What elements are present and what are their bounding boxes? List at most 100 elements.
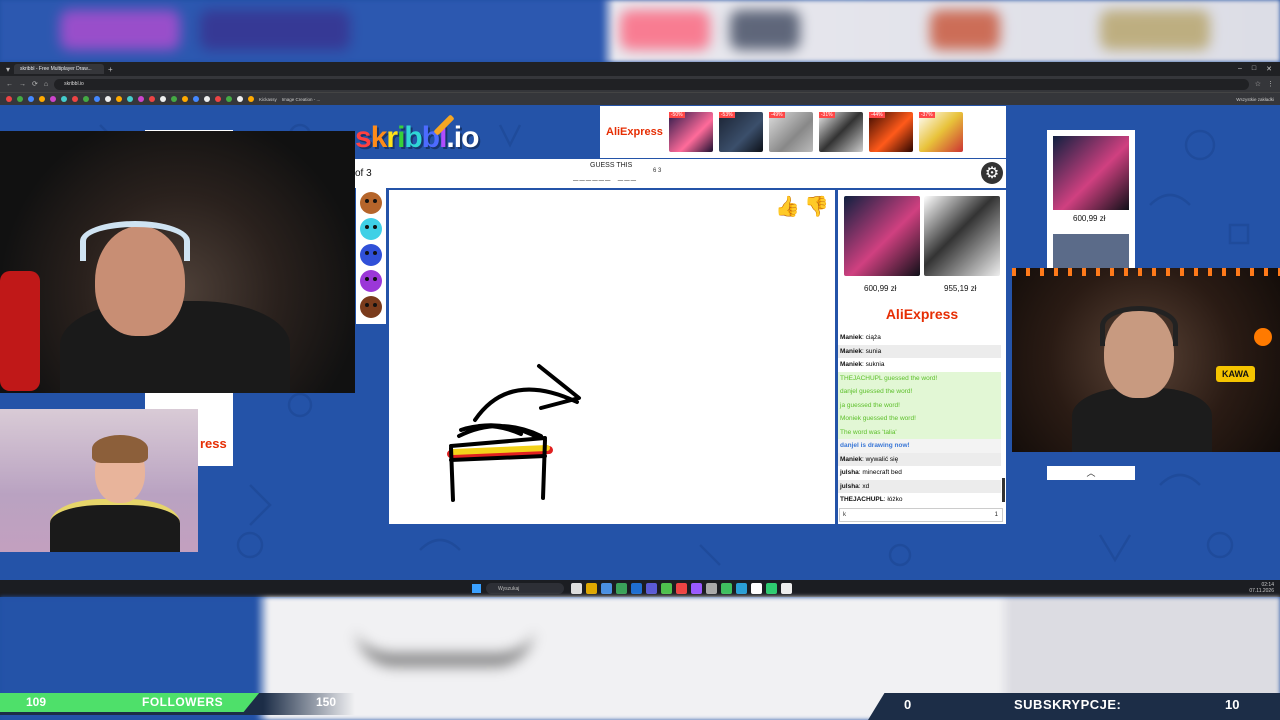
bookmark-icon[interactable] xyxy=(204,96,210,102)
bookmark-icon[interactable] xyxy=(149,96,155,102)
right-ad-banner[interactable]: 600,99 zł xyxy=(1047,130,1135,270)
taskbar-app-icon[interactable] xyxy=(631,583,642,594)
minimize-icon[interactable]: – xyxy=(1238,65,1242,73)
taskbar-app-icon[interactable] xyxy=(781,583,792,594)
discount-tag: -49% xyxy=(768,112,785,118)
taskbar-app-icon[interactable] xyxy=(661,583,672,594)
ad-product-tv[interactable] xyxy=(844,196,920,276)
ad-product-car[interactable]: -37% xyxy=(918,112,963,152)
back-icon[interactable]: ← xyxy=(6,81,13,88)
player-avatar[interactable] xyxy=(360,244,382,266)
bookmark-icon[interactable] xyxy=(226,96,232,102)
ad-product-wheel[interactable]: -31% xyxy=(818,112,863,152)
system-tray[interactable]: 02:14 07.11.2026 xyxy=(1249,582,1274,594)
taskbar-app-icon[interactable] xyxy=(616,583,627,594)
chat-username: THEJACHUPL xyxy=(840,496,884,503)
bookmark-image-creation[interactable]: Image Creation - ... xyxy=(282,97,321,102)
taskbar-app-icon[interactable] xyxy=(751,583,762,594)
chat-panel: Maniek: ciąża Maniek: sunia Maniek: suknia… xyxy=(838,328,1006,524)
side-ad-panel[interactable]: 600,99 zł 955,19 zł AliExpress xyxy=(838,190,1006,328)
ad-product-robot[interactable]: -49% xyxy=(768,112,813,152)
chat-input[interactable]: k 1 xyxy=(839,508,1003,522)
bookmark-icon[interactable] xyxy=(17,96,23,102)
bookmark-icon[interactable] xyxy=(39,96,45,102)
bookmark-icon[interactable] xyxy=(50,96,56,102)
windows-start-icon[interactable] xyxy=(472,584,481,593)
taskbar-app-icon[interactable] xyxy=(736,583,747,594)
ad-brand-fragment: ress xyxy=(200,436,227,451)
all-bookmarks[interactable]: Wszystkie zakładki xyxy=(1236,97,1274,102)
close-icon[interactable]: ✕ xyxy=(1266,65,1272,73)
taskbar-app-icon[interactable] xyxy=(706,583,717,594)
ad-product-tv[interactable] xyxy=(1053,136,1129,210)
bookmark-icon[interactable] xyxy=(182,96,188,102)
ad-product-secondary[interactable] xyxy=(1053,234,1129,270)
chat-message: Maniek: ciąża xyxy=(840,334,881,341)
drawing-canvas[interactable]: 👍 👎 xyxy=(389,190,835,524)
browser-tab[interactable]: skribbl - Free Multiplayer Draw... xyxy=(14,64,105,74)
top-ad-banner[interactable]: AliExpress -50% -53% -49% -31% -44% -37% xyxy=(600,106,1006,158)
bookmark-icon[interactable] xyxy=(237,96,243,102)
bookmark-icon[interactable] xyxy=(127,96,133,102)
taskbar-app-icon[interactable] xyxy=(571,583,582,594)
home-icon[interactable]: ⌂ xyxy=(44,81,48,88)
address-bar[interactable]: skribbl.io xyxy=(54,78,1249,90)
extensions-icon[interactable]: ⋮ xyxy=(1267,80,1274,88)
bookmark-icon[interactable] xyxy=(28,96,34,102)
bookmark-icon[interactable] xyxy=(61,96,67,102)
taskbar-app-icon[interactable] xyxy=(676,583,687,594)
chat-scrollbar[interactable] xyxy=(1002,478,1005,502)
chat-input-value: k xyxy=(843,512,846,518)
gaming-chair xyxy=(0,271,40,391)
word-lengths: 6 3 xyxy=(653,168,662,174)
player-avatar[interactable] xyxy=(360,270,382,292)
bookmark-icon[interactable] xyxy=(83,96,89,102)
bookmark-icon[interactable] xyxy=(215,96,221,102)
taskbar-app-icon[interactable] xyxy=(586,583,597,594)
subs-goal: 10 xyxy=(1225,697,1240,712)
pumpkin-icon xyxy=(1254,328,1272,346)
logo-letter: b xyxy=(421,121,440,154)
player-avatar[interactable] xyxy=(360,192,382,214)
headset-icon xyxy=(1100,306,1178,346)
chevron-up-icon[interactable]: ︿ xyxy=(1047,466,1135,480)
chat-message: Maniek: sunia xyxy=(838,344,1001,358)
chat-message: The word was 'talia' xyxy=(838,425,1001,439)
taskbar-app-icon[interactable] xyxy=(601,583,612,594)
webcam-person-hair xyxy=(92,435,148,463)
bookmark-star-icon[interactable]: ☆ xyxy=(1255,80,1261,88)
forward-icon[interactable]: → xyxy=(19,81,26,88)
tab-menu-icon[interactable]: ▾ xyxy=(6,65,10,74)
taskbar-search[interactable]: Wyszukaj xyxy=(486,583,564,594)
player-avatar[interactable] xyxy=(360,296,382,318)
bookmark-icon[interactable] xyxy=(6,96,12,102)
discount-tag: -50% xyxy=(668,112,685,118)
ad-product-tv[interactable]: -50% xyxy=(668,112,713,152)
bookmark-icon[interactable] xyxy=(248,96,254,102)
bookmark-icon[interactable] xyxy=(72,96,78,102)
gear-icon[interactable]: ⚙ xyxy=(981,162,1003,184)
taskbar-app-icon[interactable] xyxy=(721,583,732,594)
player-avatar[interactable] xyxy=(360,218,382,240)
bookmark-icon[interactable] xyxy=(171,96,177,102)
maximize-icon[interactable]: □ xyxy=(1252,65,1256,73)
reload-icon[interactable]: ⟳ xyxy=(32,80,38,88)
ad-product-fireplace[interactable]: -44% xyxy=(868,112,913,152)
bookmark-icon[interactable] xyxy=(94,96,100,102)
new-tab-button[interactable]: + xyxy=(108,65,113,74)
chat-text: xd xyxy=(862,482,870,490)
bookmark-icon[interactable] xyxy=(116,96,122,102)
skribbl-logo: skribbl.io xyxy=(355,121,479,155)
bookmark-icon[interactable] xyxy=(160,96,166,102)
bookmark-icon[interactable] xyxy=(105,96,111,102)
chat-text: wywalić się xyxy=(865,455,899,463)
ad-product-monitor[interactable]: -53% xyxy=(718,112,763,152)
bookmark-kickassy[interactable]: Kickassy xyxy=(259,97,277,102)
taskbar-app-icon[interactable] xyxy=(766,583,777,594)
chat-username: Maniek xyxy=(840,334,863,341)
bookmark-icon[interactable] xyxy=(138,96,144,102)
taskbar-app-icon[interactable] xyxy=(691,583,702,594)
taskbar-app-icon[interactable] xyxy=(646,583,657,594)
bookmark-icon[interactable] xyxy=(193,96,199,102)
ad-product-wheel[interactable] xyxy=(924,196,1000,276)
